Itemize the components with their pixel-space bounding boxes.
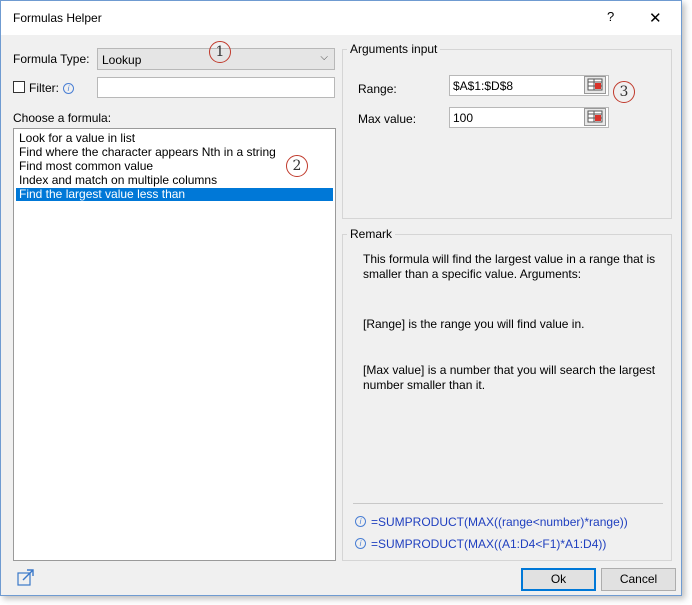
- range-picker-icon: [587, 78, 603, 91]
- filter-label: Filter:: [29, 81, 59, 95]
- formula-applied: =SUMPRODUCT(MAX((A1:D4<F1)*A1:D4)): [371, 537, 607, 551]
- list-item[interactable]: Index and match on multiple columns: [16, 174, 333, 187]
- remark-description: This formula will find the largest value…: [363, 252, 656, 281]
- ok-button[interactable]: Ok: [521, 568, 596, 591]
- range-picker-icon: [587, 110, 603, 123]
- filter-input[interactable]: [97, 77, 335, 98]
- arguments-group-title: Arguments input: [347, 42, 441, 56]
- window-title: Formulas Helper: [13, 11, 102, 25]
- range-label: Range:: [358, 82, 397, 96]
- remark-max-description: [Max value] is a number that you will se…: [363, 363, 656, 392]
- info-icon: i: [63, 83, 74, 94]
- remark-group-title: Remark: [347, 227, 396, 241]
- remark-group: [342, 234, 672, 561]
- info-icon: i: [355, 516, 366, 527]
- help-button[interactable]: ?: [607, 9, 614, 24]
- formula-generic: =SUMPRODUCT(MAX((range<number)*range)): [371, 515, 628, 529]
- list-item-selected[interactable]: Find the largest value less than: [16, 188, 333, 201]
- max-value-label: Max value:: [358, 112, 417, 126]
- list-item[interactable]: Look for a value in list: [16, 132, 333, 145]
- range-select-button[interactable]: [584, 76, 606, 94]
- max-value-select-button[interactable]: [584, 108, 606, 126]
- share-link-icon[interactable]: [17, 569, 35, 587]
- callout-badge-2: 2: [286, 155, 308, 177]
- callout-badge-3: 3: [613, 81, 635, 103]
- callout-badge-1: 1: [209, 41, 231, 63]
- formulas-helper-dialog: Formulas Helper ? ✕ Formula Type: Lookup…: [0, 0, 682, 596]
- info-icon: i: [355, 538, 366, 549]
- formula-type-label: Formula Type:: [13, 52, 90, 66]
- filter-checkbox[interactable]: [13, 81, 25, 93]
- cancel-button[interactable]: Cancel: [601, 568, 676, 591]
- formula-list[interactable]: Look for a value in list Find where the …: [13, 128, 336, 561]
- remark-range-description: [Range] is the range you will find value…: [363, 317, 585, 331]
- remark-separator: [353, 503, 663, 504]
- close-button[interactable]: ✕: [649, 9, 662, 27]
- chevron-down-icon: ⌵: [320, 52, 328, 63]
- title-bar: Formulas Helper ? ✕: [1, 1, 681, 35]
- choose-formula-label: Choose a formula:: [13, 111, 112, 125]
- list-item[interactable]: Find where the character appears Nth in …: [16, 146, 333, 159]
- formula-type-value: Lookup: [102, 53, 142, 67]
